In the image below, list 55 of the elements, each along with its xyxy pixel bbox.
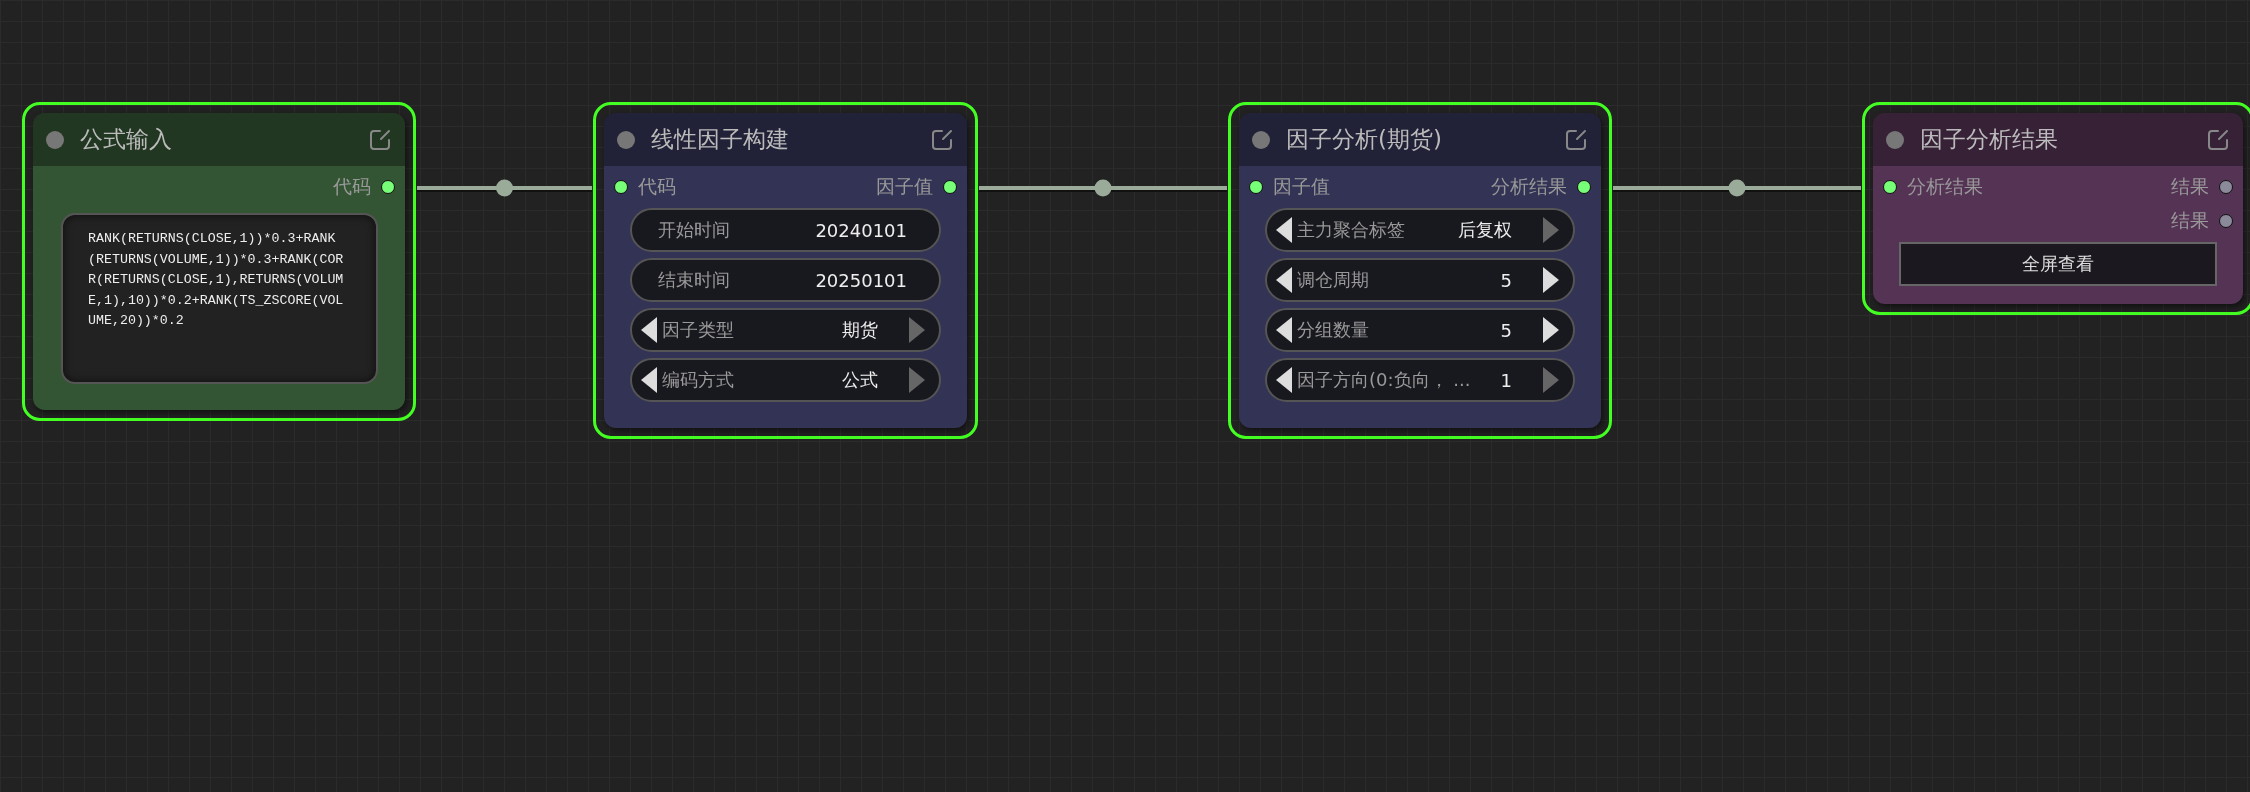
right-arrow-icon[interactable] <box>1543 267 1559 293</box>
text-field[interactable]: 开始时间 20240101 <box>630 208 941 252</box>
node-card[interactable]: 因子分析(期货) 因子值 分析结果 主力聚合标签 后复权 调仓周期 5 分组数量 5 因子方向(0:负向， ... 1 <box>1239 113 1601 428</box>
collapse-dot-icon[interactable] <box>1886 130 1904 149</box>
input-label: 分析结果 <box>1907 174 1983 199</box>
output-slot-icon[interactable] <box>381 180 395 194</box>
output-slot-icon[interactable] <box>1577 180 1591 194</box>
output-label: 分析结果 <box>1491 174 1567 199</box>
node-title: 公式输入 <box>80 125 173 154</box>
input-slot-icon[interactable] <box>1249 180 1263 194</box>
edit-icon[interactable] <box>369 128 391 151</box>
output-label: 结果 <box>2171 174 2209 199</box>
input-label: 因子值 <box>1273 174 1330 199</box>
node-title-bar[interactable]: 因子分析结果 <box>1873 113 2243 166</box>
combo-field[interactable]: 分组数量 5 <box>1265 308 1575 352</box>
output-slot-icon[interactable] <box>943 180 957 194</box>
right-arrow-icon[interactable] <box>1543 317 1559 343</box>
output-label: 因子值 <box>876 174 933 199</box>
link-wire[interactable] <box>417 179 592 197</box>
node-card[interactable]: 线性因子构建 代码 因子值 开始时间 20240101 结束时间 20250101 因子类型 期货 编码方式 公式 <box>604 113 967 428</box>
combo-field[interactable]: 主力聚合标签 后复权 <box>1265 208 1575 252</box>
collapse-dot-icon[interactable] <box>1252 130 1270 149</box>
node-title-bar[interactable]: 公式输入 <box>33 113 405 166</box>
text-field[interactable]: 结束时间 20250101 <box>630 258 941 302</box>
left-arrow-icon[interactable] <box>1276 217 1292 243</box>
edit-icon[interactable] <box>1565 128 1587 151</box>
combo-field[interactable]: 编码方式 公式 <box>630 358 941 402</box>
code-text-area[interactable]: RANK(RETURNS(CLOSE,1))*0.3+RANK(RETURNS(VOLUME,1))*0.3+RANK(CORR(RETURNS(CLOSE,1),RETURNS(VOLUME,1),10))*0.2+RANK(TS_ZSCORE(VOLUME,20))*0.2 <box>61 213 378 384</box>
edit-icon[interactable] <box>931 128 953 151</box>
combo-field[interactable]: 因子类型 期货 <box>630 308 941 352</box>
edit-icon[interactable] <box>2207 128 2229 151</box>
combo-field[interactable]: 因子方向(0:负向， ... 1 <box>1265 358 1575 402</box>
left-arrow-icon[interactable] <box>1276 267 1292 293</box>
input-slot-icon[interactable] <box>1883 180 1897 194</box>
collapse-dot-icon[interactable] <box>617 130 635 149</box>
combo-field[interactable]: 调仓周期 5 <box>1265 258 1575 302</box>
output-label: 代码 <box>333 174 371 199</box>
input-label: 代码 <box>638 174 676 199</box>
input-slot-icon[interactable] <box>614 180 628 194</box>
node-title: 线性因子构建 <box>651 125 790 154</box>
fullscreen-button[interactable]: 全屏查看 <box>1899 242 2217 286</box>
output-label: 结果 <box>2171 208 2209 233</box>
collapse-dot-icon[interactable] <box>46 130 64 149</box>
link-wire[interactable] <box>979 179 1227 197</box>
node-title-bar[interactable]: 线性因子构建 <box>604 113 967 166</box>
link-wire[interactable] <box>1613 179 1861 197</box>
left-arrow-icon[interactable] <box>641 317 657 343</box>
node-title: 因子分析(期货) <box>1286 125 1443 154</box>
node-title-bar[interactable]: 因子分析(期货) <box>1239 113 1601 166</box>
node-title: 因子分析结果 <box>1920 125 2059 154</box>
left-arrow-icon[interactable] <box>1276 317 1292 343</box>
left-arrow-icon[interactable] <box>1276 367 1292 393</box>
left-arrow-icon[interactable] <box>641 367 657 393</box>
node-card[interactable]: 因子分析结果 分析结果 结果 结果 全屏查看 <box>1873 113 2243 304</box>
node-card[interactable]: 公式输入 代码 RANK(RETURNS(CLOSE,1))*0.3+RANK(RETURNS(VOLUME,1))*0.3+RANK(CORR(RETURNS(CLOSE,1),RETURNS(VOLUME,1),10))*0.2+RANK(TS_ZSCORE(VOLUME,20))*0.2 <box>33 113 405 410</box>
